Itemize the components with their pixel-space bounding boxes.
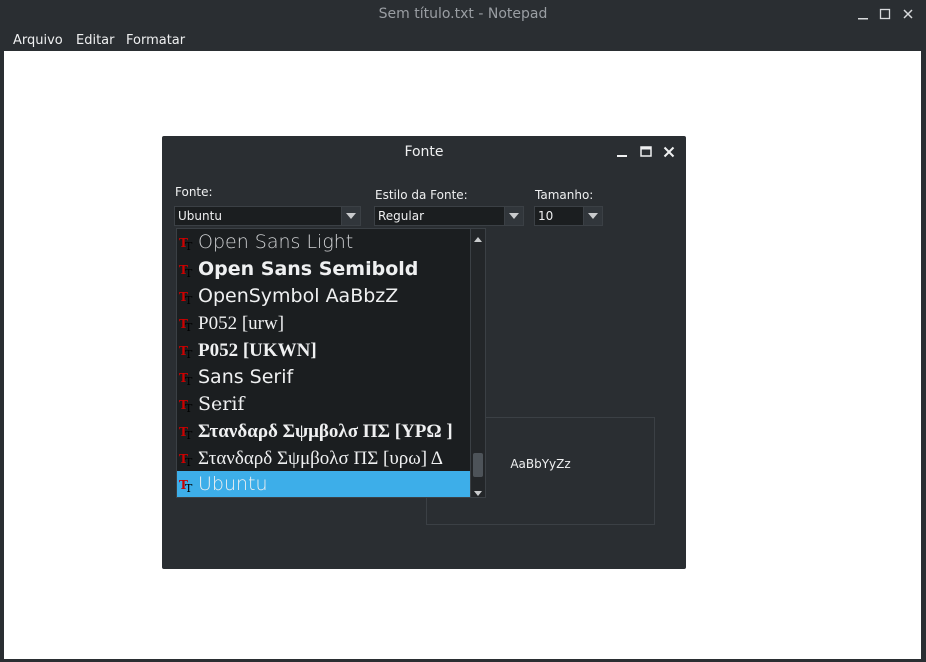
maximize-icon[interactable]	[878, 7, 892, 21]
dialog-minimize-icon[interactable]	[615, 144, 629, 158]
close-icon[interactable]	[901, 7, 915, 21]
font-name: Open Sans Semibold	[198, 258, 419, 280]
list-item[interactable]: TT Open Sans Semibold	[177, 256, 473, 283]
svg-text:T: T	[185, 456, 193, 466]
size-combobox[interactable]: 10	[534, 206, 603, 226]
font-type-icon: TT	[179, 235, 194, 253]
font-name: Serif	[198, 393, 245, 415]
svg-text:T: T	[185, 267, 193, 277]
svg-text:T: T	[185, 482, 193, 492]
font-name: OpenSymbol AaBbzZ	[198, 285, 399, 307]
list-item[interactable]: TT Στανδαρδ Σψμβολσ ΠΣ [ΥΡΩ ]	[177, 418, 473, 445]
style-combobox-value: Regular	[378, 209, 425, 223]
dialog-maximize-icon[interactable]	[639, 144, 653, 158]
list-item[interactable]: TT Στανδαρδ Σψμβολσ ΠΣ [υρω] Δ	[177, 445, 473, 472]
scrollbar-thumb[interactable]	[473, 453, 483, 477]
svg-text:T: T	[185, 348, 193, 358]
svg-text:T: T	[185, 321, 193, 331]
list-item[interactable]: TT P052 [urw]	[177, 310, 473, 337]
dialog-close-icon[interactable]	[662, 144, 676, 158]
list-item[interactable]: TT Serif	[177, 391, 473, 418]
menu-editar[interactable]: Editar	[76, 33, 115, 48]
svg-text:T: T	[185, 240, 193, 250]
font-name: P052 [urw]	[198, 313, 285, 334]
minimize-icon[interactable]	[856, 7, 870, 21]
font-name: Sans Serif	[198, 366, 294, 388]
list-item[interactable]: TT OpenSymbol AaBbzZ	[177, 283, 473, 310]
font-type-icon: TT	[179, 451, 194, 469]
list-item[interactable]: TT Sans Serif	[177, 364, 473, 391]
font-name: Στανδαρδ Σψμβολσ ΠΣ [υρω] Δ	[198, 448, 443, 469]
chevron-down-icon[interactable]	[583, 207, 602, 225]
font-name: P052 [UKWN]	[198, 340, 317, 361]
style-label: Estilo da Fonte:	[375, 188, 468, 202]
list-scrollbar[interactable]	[470, 229, 485, 497]
font-dropdown-list[interactable]: TT Open Sans Light TT Open Sans Semibold…	[176, 228, 486, 498]
svg-text:T: T	[185, 429, 193, 439]
list-item[interactable]: TT P052 [UKWN]	[177, 337, 473, 364]
font-combobox[interactable]: Ubuntu	[174, 206, 361, 226]
chevron-down-icon[interactable]	[504, 207, 523, 225]
list-item-selected[interactable]: TT Ubuntu	[177, 471, 473, 497]
size-combobox-value: 10	[538, 209, 554, 223]
font-type-icon: TT	[179, 424, 194, 442]
scroll-down-icon[interactable]	[472, 484, 484, 496]
font-label: Fonte:	[175, 185, 213, 199]
svg-text:T: T	[185, 402, 193, 412]
chevron-down-icon[interactable]	[341, 207, 360, 225]
font-type-icon: TT	[179, 370, 194, 388]
font-type-icon: TT	[179, 316, 194, 334]
font-name: Open Sans Light	[198, 231, 354, 253]
font-combobox-value: Ubuntu	[178, 209, 222, 223]
window-title: Sem título.txt - Notepad	[378, 6, 548, 22]
font-name: Ubuntu	[198, 473, 268, 495]
list-item[interactable]: TT Open Sans Light	[177, 229, 473, 256]
dialog-title: Fonte	[404, 144, 444, 160]
font-name: Στανδαρδ Σψμβολσ ΠΣ [ΥΡΩ ]	[198, 421, 453, 442]
menu-bar: Arquivo Editar Formatar	[0, 29, 926, 51]
size-label: Tamanho:	[535, 188, 594, 202]
menu-formatar[interactable]: Formatar	[126, 33, 185, 48]
style-combobox[interactable]: Regular	[374, 206, 524, 226]
svg-text:T: T	[185, 375, 193, 385]
svg-text:T: T	[185, 294, 193, 304]
font-type-icon: TT	[179, 397, 194, 415]
scroll-up-icon[interactable]	[472, 231, 484, 243]
font-type-icon: TT	[179, 289, 194, 307]
font-type-icon: TT	[179, 477, 194, 495]
font-type-icon: TT	[179, 343, 194, 361]
title-bar: Sem título.txt - Notepad	[0, 0, 926, 29]
menu-arquivo[interactable]: Arquivo	[13, 33, 63, 48]
font-type-icon: TT	[179, 262, 194, 280]
